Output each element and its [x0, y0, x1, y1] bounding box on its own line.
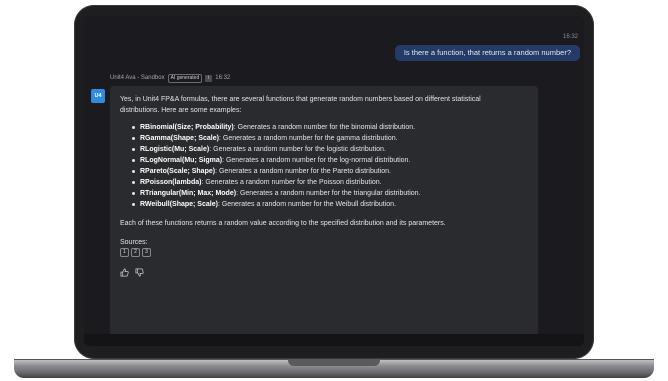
sources-list: 1 2 3 — [120, 248, 528, 257]
list-item: RLogistic(Mu; Scale): Generates a random… — [132, 144, 528, 155]
function-name: RTriangular(Min; Max; Mode) — [140, 190, 237, 197]
sources-label: Sources: — [120, 239, 148, 246]
list-item: RLogNormal(Mu; Sigma): Generates a rando… — [132, 155, 528, 166]
bottom-strip — [84, 334, 584, 346]
feedback-row — [120, 264, 528, 282]
user-message-time: 16:32 — [562, 34, 578, 40]
source-link-2[interactable]: 2 — [131, 248, 140, 257]
header-strip — [84, 16, 584, 32]
list-item: RTriangular(Min; Max; Mode): Generates a… — [132, 188, 528, 199]
function-name: RLogistic(Mu; Scale) — [140, 146, 210, 153]
list-item: RBinomial(Size; Probability): Generates … — [132, 122, 528, 133]
function-desc: : Generates a random number for the Pois… — [201, 179, 382, 186]
function-name: RPoisson(lambda) — [140, 179, 202, 186]
list-item: RGamma(Shape; Scale): Generates a random… — [132, 133, 528, 144]
assistant-meta: Unit4 Ava - Sandbox AI generated i 16:32 — [110, 73, 230, 83]
function-desc: : Generates a random number for the logi… — [209, 146, 386, 153]
function-name: RGamma(Shape; Scale) — [140, 135, 219, 142]
function-desc: : Generates a random number for the Pare… — [215, 168, 391, 175]
source-link-1[interactable]: 1 — [120, 248, 129, 257]
source-link-3[interactable]: 3 — [142, 248, 151, 257]
assistant-avatar: U4 — [91, 89, 105, 103]
function-desc: : Generates a random number for the Weib… — [217, 201, 397, 208]
list-item: RPoisson(lambda): Generates a random num… — [132, 177, 528, 188]
assistant-time: 16:32 — [215, 75, 231, 81]
assistant-message-card: Yes, in Unit4 FP&A formulas, there are s… — [110, 86, 538, 342]
function-name: RWeibull(Shape; Scale) — [140, 201, 218, 208]
function-name: RPareto(Scale; Shape) — [140, 168, 216, 175]
function-name: RBinomial(Size; Probability) — [140, 124, 234, 131]
base-thumb-notch — [288, 359, 380, 366]
list-item: RPareto(Scale; Shape): Generates a rando… — [132, 166, 528, 177]
list-item: RWeibull(Shape; Scale): Generates a rand… — [132, 199, 528, 210]
function-desc: : Generates a random number for the tria… — [236, 190, 421, 197]
message-intro: Yes, in Unit4 FP&A formulas, there are s… — [120, 96, 481, 114]
info-icon[interactable]: i — [205, 74, 213, 82]
message-outro: Each of these functions returns a random… — [120, 220, 446, 227]
thumbs-down-icon[interactable] — [135, 264, 144, 282]
chat-screen: 16:32 Is there a function, that returns … — [84, 16, 584, 346]
function-desc: : Generates a random number for the log-… — [222, 157, 411, 164]
assistant-name: Unit4 Ava - Sandbox — [110, 75, 165, 81]
function-desc: : Generates a random number for the bino… — [233, 124, 416, 131]
function-name: RLogNormal(Mu; Sigma) — [140, 157, 223, 164]
thumbs-up-icon[interactable] — [120, 264, 129, 282]
ai-generated-badge: AI generated — [167, 73, 203, 83]
function-list: RBinomial(Size; Probability): Generates … — [120, 122, 528, 210]
user-message-bubble: Is there a function, that returns a rand… — [394, 45, 580, 61]
function-desc: : Generates a random number for the gamm… — [218, 135, 398, 142]
